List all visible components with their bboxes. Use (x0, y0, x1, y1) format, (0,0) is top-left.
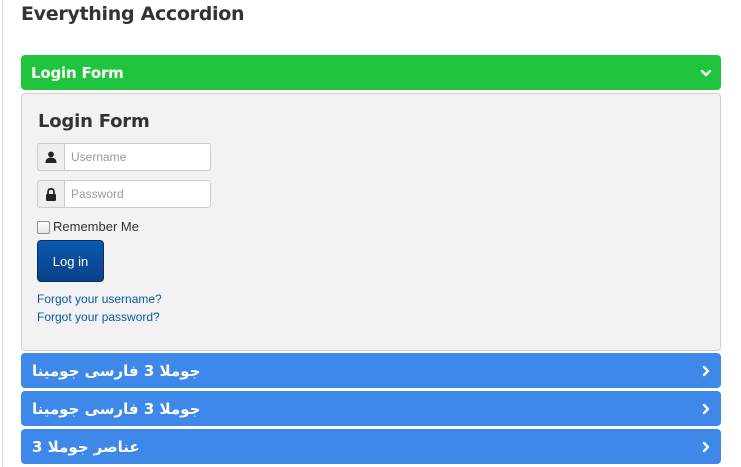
accordion-header-label: جوملا 3 فارسی جومینا (32, 362, 201, 380)
password-addon (37, 180, 64, 208)
user-icon (45, 151, 57, 163)
accordion-header-joomla-farsi-1[interactable]: جوملا 3 فارسی جومینا (21, 353, 721, 388)
page-edge-divider (2, 0, 3, 467)
username-input-group (37, 143, 211, 171)
chevron-right-icon (702, 365, 710, 377)
password-input[interactable] (64, 180, 211, 208)
chevron-right-icon (702, 403, 710, 415)
accordion-header-joomla-elements[interactable]: عناصر جوملا 3 (21, 429, 721, 464)
chevron-right-icon (702, 441, 710, 453)
lock-icon (46, 188, 56, 201)
module-title: Everything Accordion (21, 3, 245, 25)
accordion-header-label: عناصر جوملا 3 (32, 438, 140, 456)
remember-me-label[interactable]: Remember Me (53, 219, 139, 234)
accordion-header-label: Login Form (31, 64, 124, 82)
login-form-title: Login Form (38, 111, 150, 132)
forgot-password-link[interactable]: Forgot your password? (37, 310, 160, 324)
accordion-panel-login-form: Login Form Remember Me Log in Forgot you… (21, 93, 721, 351)
forgot-username-link[interactable]: Forgot your username? (37, 292, 162, 306)
remember-me-checkbox[interactable] (37, 221, 50, 234)
accordion-header-label: جوملا 3 فارسی جومینا (32, 400, 201, 418)
chevron-down-icon (700, 69, 712, 77)
log-in-button[interactable]: Log in (37, 240, 104, 282)
username-addon (37, 143, 64, 171)
username-input[interactable] (64, 143, 211, 171)
password-input-group (37, 180, 211, 208)
accordion-header-joomla-farsi-2[interactable]: جوملا 3 فارسی جومینا (21, 391, 721, 426)
accordion-header-login-form[interactable]: Login Form (21, 55, 721, 90)
